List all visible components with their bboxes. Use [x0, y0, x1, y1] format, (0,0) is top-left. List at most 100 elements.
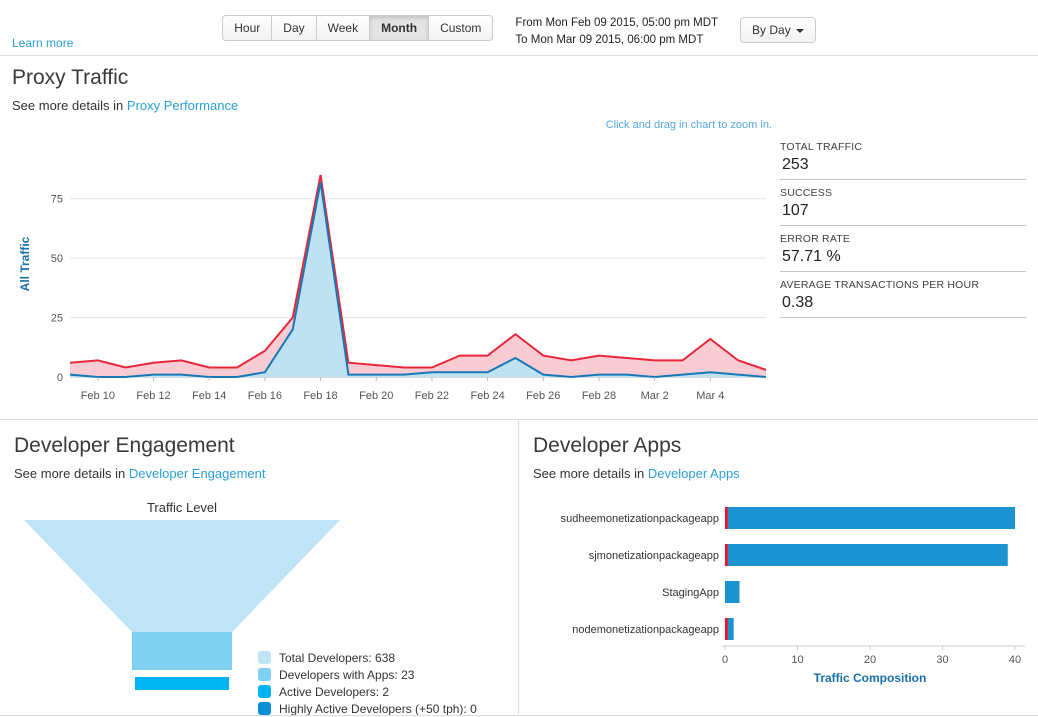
x-tick-label: Feb 26 [526, 390, 560, 402]
y-axis-label: All Traffic [18, 219, 32, 309]
x-tick-label: 20 [864, 654, 876, 666]
x-tick-label: 10 [791, 654, 803, 666]
x-tick-label: 40 [1009, 654, 1021, 666]
stat-label: AVERAGE TRANSACTIONS PER HOUR [780, 279, 1026, 291]
stat-value: 0.38 [780, 294, 1026, 312]
proxy-traffic-title: Proxy Traffic [12, 66, 1026, 90]
range-button-custom[interactable]: Custom [428, 15, 493, 41]
x-tick-label: Feb 12 [136, 390, 170, 402]
stat-error-rate: ERROR RATE 57.71 % [780, 231, 1026, 272]
bar-label: StagingApp [662, 587, 719, 599]
bar-label: sjmonetizationpackageapp [589, 550, 719, 562]
funnel-legend: Total Developers: 638 Developers with App… [258, 650, 477, 715]
x-tick-label: 30 [936, 654, 948, 666]
toolbar: Learn more HourDayWeekMonthCustom From M… [0, 0, 1038, 56]
date-range: From Mon Feb 09 2015, 05:00 pm MDT To Mo… [515, 15, 718, 50]
developer-apps-chart: sudheemonetizationpackageapp sjmonetizati… [529, 499, 1034, 695]
x-tick-label: Feb 20 [359, 390, 393, 402]
bar-label: nodemonetizationpackageapp [572, 624, 719, 636]
bar-success-sudheemonetizationpackageapp [728, 507, 1015, 529]
x-tick-label: Mar 2 [641, 390, 669, 402]
stat-average-transactions-per-hour: AVERAGE TRANSACTIONS PER HOUR 0.38 [780, 277, 1026, 318]
zoom-hint: Click and drag in chart to zoom in. [12, 119, 772, 133]
x-tick-label: 0 [722, 654, 728, 666]
bar-error-nodemonetizationpackageapp [725, 618, 728, 640]
all-traffic-area [70, 175, 766, 377]
bar-error-sudheemonetizationpackageapp [725, 507, 728, 529]
bar-success-nodemonetizationpackageapp [728, 618, 734, 640]
y-tick-label: 0 [57, 372, 63, 384]
range-button-day[interactable]: Day [271, 15, 315, 41]
x-tick-label: Feb 22 [415, 390, 449, 402]
legend-label: Active Developers: 2 [279, 685, 389, 699]
bar-label: sudheemonetizationpackageapp [561, 513, 719, 525]
stat-label: TOTAL TRAFFIC [780, 141, 1026, 153]
all-traffic-line [70, 175, 766, 370]
x-tick-label: Feb 28 [582, 390, 616, 402]
x-tick-label: Feb 24 [470, 390, 504, 402]
details-prefix: See more details in [14, 466, 125, 481]
legend-item-developers-with-apps: Developers with Apps: 23 [258, 667, 477, 684]
details-prefix: See more details in [533, 466, 644, 481]
details-prefix: See more details in [12, 98, 123, 113]
proxy-traffic-section: Proxy Traffic See more details in Proxy … [0, 56, 1038, 420]
bottom-panels: Developer Engagement See more details in… [0, 420, 1038, 716]
by-day-label: By Day [752, 23, 791, 37]
y-tick-label: 25 [51, 313, 63, 325]
bar-success-stagingapp [725, 581, 740, 603]
by-day-dropdown[interactable]: By Day [740, 17, 816, 43]
y-tick-label: 50 [51, 253, 63, 265]
legend-item-highly-active-developers-50-tph-: Highly Active Developers (+50 tph): 0 [258, 701, 477, 715]
range-button-week[interactable]: Week [316, 15, 369, 41]
funnel-segment-developers-with-apps [132, 632, 232, 670]
stat-label: SUCCESS [780, 187, 1026, 199]
stat-total-traffic: TOTAL TRAFFIC 253 [780, 139, 1026, 180]
apps-details-line: See more details in Developer Apps [533, 466, 1024, 481]
proxy-performance-link[interactable]: Proxy Performance [127, 98, 238, 113]
bar-error-sjmonetizationpackageapp [725, 544, 728, 566]
x-tick-label: Feb 18 [303, 390, 337, 402]
legend-item-active-developers: Active Developers: 2 [258, 684, 477, 701]
engagement-details-line: See more details in Developer Engagement [14, 466, 504, 481]
developer-engagement-title: Developer Engagement [14, 434, 504, 458]
range-button-hour[interactable]: Hour [222, 15, 271, 41]
legend-label: Total Developers: 638 [279, 651, 395, 665]
funnel-segment-total-developers [24, 520, 340, 632]
x-tick-label: Mar 4 [696, 390, 724, 402]
developer-engagement-section: Developer Engagement See more details in… [0, 420, 518, 715]
legend-swatch-icon [258, 668, 271, 681]
developer-apps-link[interactable]: Developer Apps [648, 466, 740, 481]
bar-success-sjmonetizationpackageapp [728, 544, 1008, 566]
analytics-dashboard: Learn more HourDayWeekMonthCustom From M… [0, 0, 1038, 716]
date-from: From Mon Feb 09 2015, 05:00 pm MDT [515, 15, 718, 32]
x-tick-label: Feb 16 [248, 390, 282, 402]
legend-swatch-icon [258, 685, 271, 698]
funnel-chart-title: Traffic Level [22, 500, 342, 515]
learn-more-link[interactable]: Learn more [12, 36, 73, 50]
proxy-details-line: See more details in Proxy Performance [12, 98, 1026, 113]
legend-label: Highly Active Developers (+50 tph): 0 [279, 702, 477, 715]
legend-swatch-icon [258, 651, 271, 664]
funnel-segment-active-developers [135, 677, 229, 690]
legend-item-total-developers: Total Developers: 638 [258, 650, 477, 667]
stat-value: 253 [780, 156, 1026, 174]
developer-engagement-link[interactable]: Developer Engagement [129, 466, 266, 481]
stat-value: 57.71 % [780, 248, 1026, 266]
range-button-month[interactable]: Month [369, 15, 428, 41]
legend-swatch-icon [258, 702, 271, 715]
y-tick-label: 75 [51, 194, 63, 206]
success-area [70, 182, 766, 377]
developer-apps-section: Developer Apps See more details in Devel… [518, 420, 1038, 715]
proxy-chart-wrap: All Traffic 0 25 50 75 Feb 10 Feb 12 Feb 14 Feb… [12, 149, 776, 407]
developer-apps-title: Developer Apps [533, 434, 1024, 458]
date-to: To Mon Mar 09 2015, 06:00 pm MDT [515, 32, 718, 49]
x-tick-label: Feb 10 [81, 390, 115, 402]
proxy-traffic-chart[interactable]: 0 25 50 75 Feb 10 Feb 12 Feb 14 Feb 16 Feb 18 Feb… [34, 149, 776, 407]
stat-success: SUCCESS 107 [780, 185, 1026, 226]
time-range-button-group: HourDayWeekMonthCustom [222, 15, 493, 41]
stat-label: ERROR RATE [780, 233, 1026, 245]
x-tick-label: Feb 14 [192, 390, 226, 402]
chevron-down-icon [796, 29, 804, 33]
x-axis-title: Traffic Composition [814, 671, 927, 685]
stat-value: 107 [780, 202, 1026, 220]
